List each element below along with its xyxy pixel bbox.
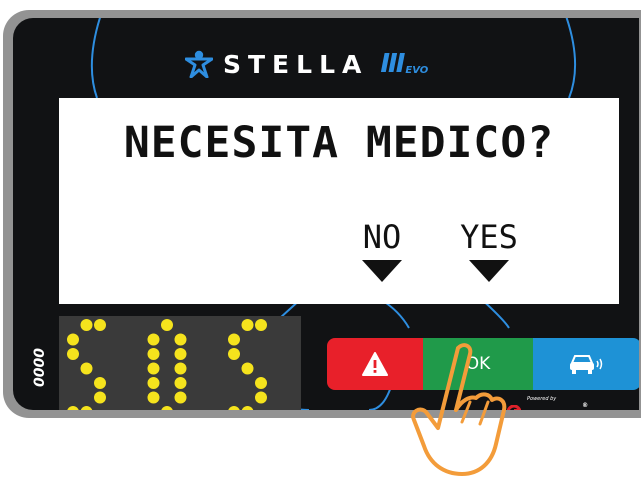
led-dot (174, 333, 187, 346)
lcd-screen: NECESITA MEDICO? NO YES (59, 98, 619, 304)
led-dot (147, 377, 160, 389)
led-dot (147, 348, 160, 360)
led-dot (67, 348, 79, 360)
star-person-icon (185, 50, 213, 78)
device-body: STELLA III EVO NECESITA MEDICO? NO YES 0… (13, 18, 639, 410)
option-yes[interactable]: YES (443, 218, 535, 282)
brand-logo: STELLA III EVO (185, 46, 428, 82)
anubesport-logo-icon (507, 404, 521, 410)
led-dot (174, 348, 187, 360)
powered-by-text: Powered by (527, 396, 557, 402)
ok-button-label: OK (465, 354, 491, 374)
led-dot (161, 319, 173, 331)
ok-button[interactable]: OK (423, 338, 533, 390)
led-dot (255, 391, 267, 404)
brand-model: III (380, 49, 405, 79)
car-signal-icon (570, 355, 603, 374)
led-dot (174, 377, 187, 389)
arrow-down-icon (469, 260, 509, 282)
brand-variant: EVO (405, 65, 429, 76)
option-yes-label: YES (460, 218, 518, 256)
device-frame: STELLA III EVO NECESITA MEDICO? NO YES 0… (3, 10, 641, 418)
screen-question: NECESITA MEDICO? (123, 118, 555, 168)
led-dot (228, 333, 240, 346)
warning-triangle-icon (362, 352, 388, 376)
led-dot (94, 319, 106, 331)
led-dot (147, 391, 160, 404)
led-dot (80, 362, 93, 375)
led-display (59, 316, 301, 410)
led-dot (255, 319, 267, 331)
led-dot (67, 333, 79, 346)
led-dot (94, 377, 106, 389)
registered-mark: ® (582, 402, 589, 409)
option-no-label: NO (362, 218, 402, 256)
control-buttons: OK (327, 338, 639, 390)
led-dot (174, 391, 187, 404)
led-dot (161, 406, 173, 410)
arrow-down-icon (362, 260, 402, 282)
led-dot (80, 406, 93, 410)
led-dot (94, 391, 106, 404)
led-dot (241, 406, 254, 410)
led-dot (228, 406, 240, 410)
powered-by-logo: Powered by anubesport® (507, 396, 589, 410)
led-dot (241, 362, 254, 375)
led-dot (228, 348, 240, 360)
led-dot (255, 377, 267, 389)
led-dot (147, 333, 160, 346)
brand-name: STELLA (223, 49, 369, 79)
led-dot (147, 362, 160, 375)
led-dot (67, 406, 79, 410)
led-dot (241, 319, 254, 331)
led-dot-matrix (67, 319, 267, 410)
counter-label: 0000 (32, 348, 48, 387)
option-no[interactable]: NO (347, 218, 417, 282)
vehicle-button[interactable] (533, 338, 639, 390)
led-dot (80, 319, 93, 331)
alert-button[interactable] (327, 338, 423, 390)
led-dot (174, 362, 187, 375)
